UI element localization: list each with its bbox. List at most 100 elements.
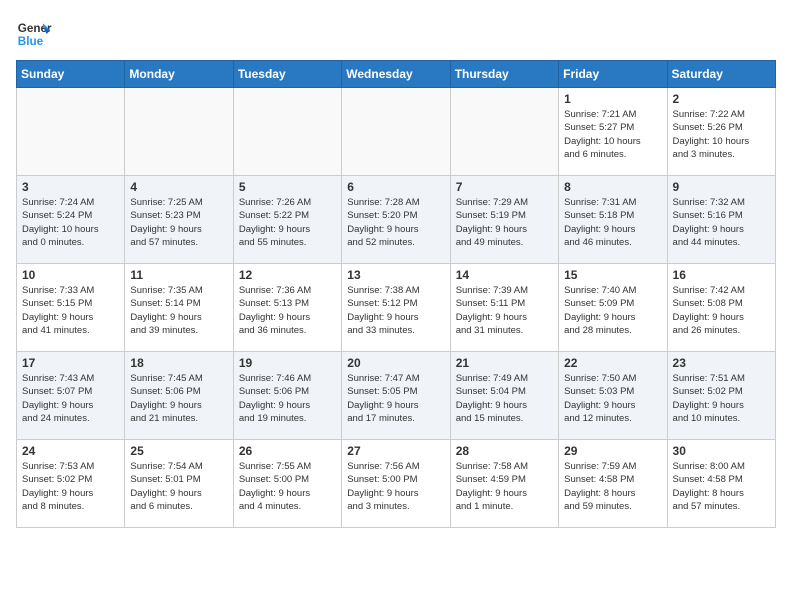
day-info: Sunrise: 7:39 AM Sunset: 5:11 PM Dayligh…	[456, 284, 553, 337]
day-number: 6	[347, 180, 444, 194]
calendar-cell: 4 Sunrise: 7:25 AM Sunset: 5:23 PM Daylig…	[125, 176, 233, 264]
day-info: Sunrise: 7:22 AM Sunset: 5:26 PM Dayligh…	[673, 108, 770, 161]
calendar-cell: 9 Sunrise: 7:32 AM Sunset: 5:16 PM Daylig…	[667, 176, 775, 264]
day-info: Sunrise: 7:47 AM Sunset: 5:05 PM Dayligh…	[347, 372, 444, 425]
page-header: General Blue	[16, 16, 776, 52]
day-number: 11	[130, 268, 227, 282]
day-info: Sunrise: 7:49 AM Sunset: 5:04 PM Dayligh…	[456, 372, 553, 425]
calendar-cell: 23 Sunrise: 7:51 AM Sunset: 5:02 PM Dayli…	[667, 352, 775, 440]
day-info: Sunrise: 7:51 AM Sunset: 5:02 PM Dayligh…	[673, 372, 770, 425]
calendar-cell: 10 Sunrise: 7:33 AM Sunset: 5:15 PM Dayli…	[17, 264, 125, 352]
day-number: 25	[130, 444, 227, 458]
calendar-cell: 29Sunrise: 7:59 AM Sunset: 4:58 PM Dayli…	[559, 440, 667, 528]
day-number: 23	[673, 356, 770, 370]
calendar-cell: 18 Sunrise: 7:45 AM Sunset: 5:06 PM Dayli…	[125, 352, 233, 440]
day-info: Sunrise: 7:21 AM Sunset: 5:27 PM Dayligh…	[564, 108, 661, 161]
calendar-cell: 14 Sunrise: 7:39 AM Sunset: 5:11 PM Dayli…	[450, 264, 558, 352]
calendar-cell: 22 Sunrise: 7:50 AM Sunset: 5:03 PM Dayli…	[559, 352, 667, 440]
day-number: 22	[564, 356, 661, 370]
day-number: 14	[456, 268, 553, 282]
day-number: 5	[239, 180, 336, 194]
day-number: 1	[564, 92, 661, 106]
day-number: 7	[456, 180, 553, 194]
calendar-cell	[233, 88, 341, 176]
day-of-week-header: Sunday	[17, 61, 125, 88]
calendar-cell: 25 Sunrise: 7:54 AM Sunset: 5:01 PM Dayli…	[125, 440, 233, 528]
calendar-table: SundayMondayTuesdayWednesdayThursdayFrid…	[16, 60, 776, 528]
day-number: 2	[673, 92, 770, 106]
day-number: 21	[456, 356, 553, 370]
calendar-cell	[17, 88, 125, 176]
logo: General Blue	[16, 16, 52, 52]
calendar-cell: 1 Sunrise: 7:21 AM Sunset: 5:27 PM Daylig…	[559, 88, 667, 176]
day-number: 17	[22, 356, 119, 370]
calendar-cell: 5 Sunrise: 7:26 AM Sunset: 5:22 PM Daylig…	[233, 176, 341, 264]
day-info: Sunrise: 7:36 AM Sunset: 5:13 PM Dayligh…	[239, 284, 336, 337]
day-info: Sunrise: 7:46 AM Sunset: 5:06 PM Dayligh…	[239, 372, 336, 425]
day-info: Sunrise: 7:29 AM Sunset: 5:19 PM Dayligh…	[456, 196, 553, 249]
day-info: Sunrise: 7:25 AM Sunset: 5:23 PM Dayligh…	[130, 196, 227, 249]
day-info: Sunrise: 7:55 AM Sunset: 5:00 PM Dayligh…	[239, 460, 336, 513]
svg-text:Blue: Blue	[18, 35, 44, 48]
day-number: 27	[347, 444, 444, 458]
day-info: Sunrise: 7:40 AM Sunset: 5:09 PM Dayligh…	[564, 284, 661, 337]
day-info: Sunrise: 7:28 AM Sunset: 5:20 PM Dayligh…	[347, 196, 444, 249]
calendar-cell	[342, 88, 450, 176]
day-info: Sunrise: 7:31 AM Sunset: 5:18 PM Dayligh…	[564, 196, 661, 249]
calendar-cell: 3 Sunrise: 7:24 AM Sunset: 5:24 PM Daylig…	[17, 176, 125, 264]
calendar-cell: 16Sunrise: 7:42 AM Sunset: 5:08 PM Dayli…	[667, 264, 775, 352]
day-info: Sunrise: 7:53 AM Sunset: 5:02 PM Dayligh…	[22, 460, 119, 513]
day-number: 19	[239, 356, 336, 370]
logo-icon: General Blue	[16, 16, 52, 52]
day-info: Sunrise: 7:54 AM Sunset: 5:01 PM Dayligh…	[130, 460, 227, 513]
day-of-week-header: Tuesday	[233, 61, 341, 88]
day-of-week-header: Wednesday	[342, 61, 450, 88]
calendar-cell: 13 Sunrise: 7:38 AM Sunset: 5:12 PM Dayli…	[342, 264, 450, 352]
day-info: Sunrise: 7:33 AM Sunset: 5:15 PM Dayligh…	[22, 284, 119, 337]
day-info: Sunrise: 7:24 AM Sunset: 5:24 PM Dayligh…	[22, 196, 119, 249]
day-info: Sunrise: 7:32 AM Sunset: 5:16 PM Dayligh…	[673, 196, 770, 249]
day-of-week-header: Saturday	[667, 61, 775, 88]
day-number: 9	[673, 180, 770, 194]
day-info: Sunrise: 7:26 AM Sunset: 5:22 PM Dayligh…	[239, 196, 336, 249]
day-info: Sunrise: 7:42 AM Sunset: 5:08 PM Dayligh…	[673, 284, 770, 337]
calendar-cell: 30 Sunrise: 8:00 AM Sunset: 4:58 PM Dayli…	[667, 440, 775, 528]
day-number: 4	[130, 180, 227, 194]
calendar-cell: 24 Sunrise: 7:53 AM Sunset: 5:02 PM Dayli…	[17, 440, 125, 528]
day-number: 28	[456, 444, 553, 458]
calendar-cell: 12 Sunrise: 7:36 AM Sunset: 5:13 PM Dayli…	[233, 264, 341, 352]
calendar-cell: 17 Sunrise: 7:43 AM Sunset: 5:07 PM Dayli…	[17, 352, 125, 440]
calendar-cell: 20 Sunrise: 7:47 AM Sunset: 5:05 PM Dayli…	[342, 352, 450, 440]
calendar-cell: 7 Sunrise: 7:29 AM Sunset: 5:19 PM Daylig…	[450, 176, 558, 264]
day-of-week-header: Friday	[559, 61, 667, 88]
calendar-cell: 19 Sunrise: 7:46 AM Sunset: 5:06 PM Dayli…	[233, 352, 341, 440]
day-info: Sunrise: 7:43 AM Sunset: 5:07 PM Dayligh…	[22, 372, 119, 425]
day-info: Sunrise: 7:50 AM Sunset: 5:03 PM Dayligh…	[564, 372, 661, 425]
day-info: Sunrise: 7:45 AM Sunset: 5:06 PM Dayligh…	[130, 372, 227, 425]
day-number: 3	[22, 180, 119, 194]
day-number: 10	[22, 268, 119, 282]
calendar-cell: 28 Sunrise: 7:58 AM Sunset: 4:59 PM Dayli…	[450, 440, 558, 528]
day-info: Sunrise: 7:56 AM Sunset: 5:00 PM Dayligh…	[347, 460, 444, 513]
day-number: 30	[673, 444, 770, 458]
calendar-cell: 21 Sunrise: 7:49 AM Sunset: 5:04 PM Dayli…	[450, 352, 558, 440]
calendar-cell: 11 Sunrise: 7:35 AM Sunset: 5:14 PM Dayli…	[125, 264, 233, 352]
day-info: Sunrise: 7:35 AM Sunset: 5:14 PM Dayligh…	[130, 284, 227, 337]
day-number: 12	[239, 268, 336, 282]
day-number: 8	[564, 180, 661, 194]
calendar-cell: 2 Sunrise: 7:22 AM Sunset: 5:26 PM Daylig…	[667, 88, 775, 176]
calendar-cell: 15Sunrise: 7:40 AM Sunset: 5:09 PM Dayli…	[559, 264, 667, 352]
day-number: 18	[130, 356, 227, 370]
day-info: Sunrise: 8:00 AM Sunset: 4:58 PM Dayligh…	[673, 460, 770, 513]
day-number: 26	[239, 444, 336, 458]
day-info: Sunrise: 7:58 AM Sunset: 4:59 PM Dayligh…	[456, 460, 553, 513]
day-info: Sunrise: 7:59 AM Sunset: 4:58 PM Dayligh…	[564, 460, 661, 513]
day-number: 24	[22, 444, 119, 458]
day-number: 20	[347, 356, 444, 370]
day-of-week-header: Thursday	[450, 61, 558, 88]
day-number: 13	[347, 268, 444, 282]
calendar-cell: 6 Sunrise: 7:28 AM Sunset: 5:20 PM Daylig…	[342, 176, 450, 264]
day-of-week-header: Monday	[125, 61, 233, 88]
calendar-cell	[450, 88, 558, 176]
day-info: Sunrise: 7:38 AM Sunset: 5:12 PM Dayligh…	[347, 284, 444, 337]
